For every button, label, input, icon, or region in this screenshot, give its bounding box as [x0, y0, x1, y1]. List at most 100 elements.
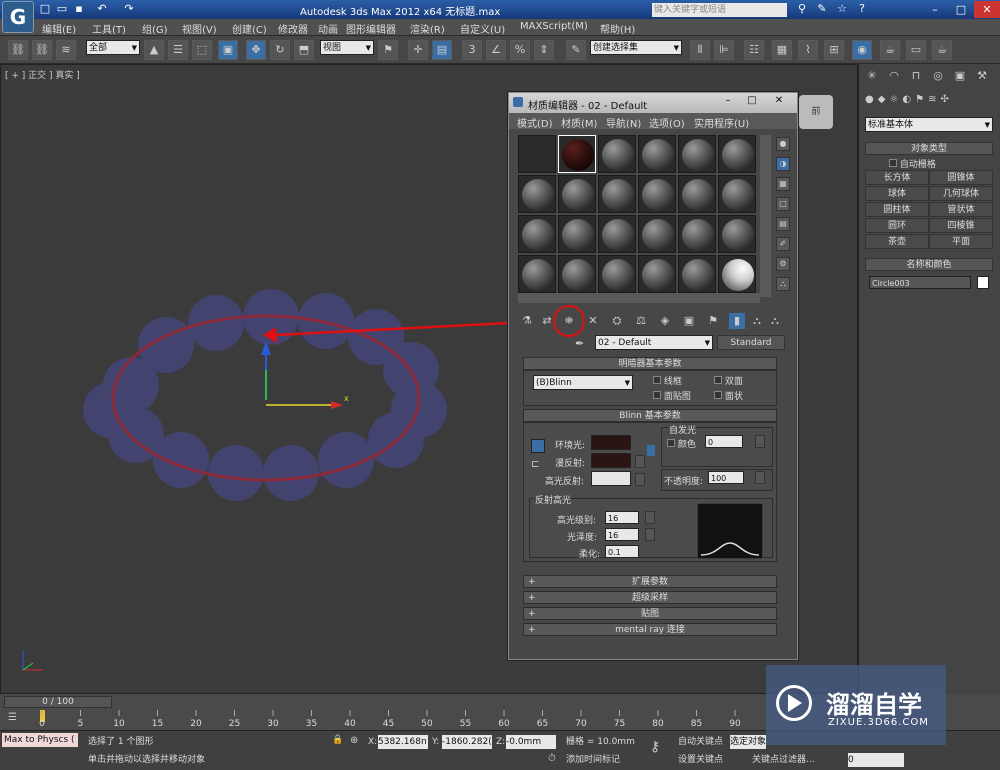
menu-edit[interactable]: 编辑(E) — [42, 21, 76, 36]
rollout-mental-ray[interactable]: + mental ray 连接 — [523, 623, 777, 636]
rendered-frame-window-icon[interactable]: ▭ — [906, 40, 926, 60]
mat-menu-mode[interactable]: 模式(D) — [517, 115, 553, 130]
material-sample-slot[interactable] — [638, 215, 676, 253]
set-key-button[interactable]: 设置关键点 — [678, 753, 723, 767]
mat-menu-options[interactable]: 选项(O) — [649, 115, 685, 130]
material-sample-slot[interactable] — [518, 175, 556, 213]
material-name-field[interactable]: 02 - Default — [595, 335, 713, 351]
get-material-icon[interactable]: ⚗ — [519, 313, 535, 329]
rollout-supersampling[interactable]: + 超级采样 — [523, 591, 777, 604]
z-coordinate-field[interactable]: -0.0mm — [506, 735, 556, 749]
mat-close-button[interactable]: ✕ — [765, 95, 793, 109]
menu-views[interactable]: 视图(V) — [182, 21, 217, 36]
glossiness-value[interactable]: 16 — [605, 528, 639, 541]
snaps-toggle-icon[interactable]: 3 — [462, 40, 482, 60]
material-type-button[interactable]: Standard — [717, 335, 785, 350]
pick-material-icon[interactable]: ⛬ — [767, 313, 783, 329]
binoculars-icon[interactable]: ⚲ — [795, 2, 809, 16]
glossiness-map-button[interactable] — [645, 528, 655, 541]
sphere-button[interactable]: 球体 — [865, 186, 929, 201]
material-sample-slot[interactable] — [598, 175, 636, 213]
window-crossing-icon[interactable]: ▣ — [218, 40, 238, 60]
pivot-center-icon[interactable]: ⚑ — [378, 40, 398, 60]
mat-maximize-button[interactable]: □ — [741, 95, 763, 109]
rectangular-selection-icon[interactable]: ⬚ — [192, 40, 212, 60]
object-name-field[interactable]: Circle003 — [869, 276, 971, 289]
mat-menu-material[interactable]: 材质(M) — [561, 115, 597, 130]
angle-snap-icon[interactable]: ∠ — [486, 40, 506, 60]
cone-button[interactable]: 圆锥体 — [929, 170, 993, 185]
layer-manager-icon[interactable]: ☷ — [744, 40, 764, 60]
menu-modifiers[interactable]: 修改器 — [278, 21, 308, 36]
menu-customize[interactable]: 自定义(U) — [460, 21, 505, 36]
soften-value[interactable]: 0.1 — [605, 545, 639, 558]
sample-uv-tiling-icon[interactable]: □ — [776, 197, 790, 211]
material-sample-slot[interactable] — [718, 255, 756, 293]
edit-named-selection-icon[interactable]: ✎ — [566, 40, 586, 60]
material-sample-slot[interactable] — [678, 175, 716, 213]
open-file-icon[interactable]: ▭ — [55, 2, 69, 16]
material-sample-slot[interactable] — [638, 255, 676, 293]
save-icon[interactable]: ▪ — [72, 2, 86, 16]
search-input[interactable]: 键入关键字或短语 — [652, 3, 787, 17]
track-bar-toggle-icon[interactable]: ☰ — [8, 712, 24, 726]
curve-editor-icon[interactable]: ⌇ — [798, 40, 818, 60]
mat-minimize-button[interactable]: – — [717, 95, 739, 109]
x-coordinate-field[interactable]: 5382.168n — [378, 735, 428, 749]
self-illum-value[interactable]: 0 — [705, 435, 743, 448]
background-icon[interactable]: ▦ — [776, 177, 790, 191]
timeline-ruler[interactable]: 0 5 10 15 20 25 30 35 40 45 50 55 60 65 70 75 80 85 90 — [38, 710, 778, 730]
sample-type-icon[interactable]: ● — [776, 137, 790, 151]
autogrid-checkbox[interactable]: 自动栅格 — [889, 157, 936, 170]
add-time-tag[interactable]: 添加时间标记 — [566, 753, 620, 767]
specular-level-map-button[interactable] — [645, 511, 655, 524]
viewcube-icon[interactable]: 前 — [799, 95, 833, 129]
modify-tab-icon[interactable]: ◠ — [885, 67, 903, 85]
opacity-value[interactable]: 100 — [708, 471, 744, 484]
create-subtypes[interactable]: ●◆☼◐⚑≋✣ — [865, 94, 995, 110]
menu-tools[interactable]: 工具(T) — [92, 21, 126, 36]
plane-button[interactable]: 平面 — [929, 234, 993, 249]
slots-vscrollbar[interactable] — [760, 135, 771, 297]
reference-coordinate-dropdown[interactable]: 视图 — [320, 40, 374, 56]
material-editor-icon[interactable]: ◉ — [852, 40, 872, 60]
rollout-extended[interactable]: + 扩展参数 — [523, 575, 777, 588]
menu-animation[interactable]: 动画 — [318, 21, 338, 36]
select-and-scale-icon[interactable]: ⬒ — [294, 40, 314, 60]
select-and-move-icon[interactable]: ✥ — [246, 40, 266, 60]
material-sample-slot[interactable] — [678, 135, 716, 173]
self-illum-map-button[interactable] — [755, 435, 765, 448]
mat-menu-utilities[interactable]: 实用程序(U) — [694, 115, 749, 130]
menu-create[interactable]: 创建(C) — [232, 21, 267, 36]
slots-hscrollbar[interactable] — [518, 293, 760, 303]
align-icon[interactable]: ⊫ — [714, 40, 734, 60]
time-tag-icon[interactable]: ⏱ — [548, 753, 560, 765]
material-sample-slot[interactable] — [678, 215, 716, 253]
two-sided-checkbox[interactable]: 双面 — [714, 374, 743, 387]
object-color-swatch[interactable] — [977, 276, 989, 289]
material-sample-slot[interactable] — [558, 255, 596, 293]
link-icon[interactable]: ⛓ — [8, 40, 28, 60]
keyboard-shortcut-override-icon[interactable]: ▤ — [432, 40, 452, 60]
undo-icon[interactable]: ↶ — [95, 2, 109, 16]
menu-rendering[interactable]: 渲染(R) — [410, 21, 445, 36]
material-sample-slot[interactable] — [558, 135, 596, 173]
time-slider[interactable]: 0 / 100 — [4, 696, 112, 708]
key-icon[interactable]: ⚷ — [650, 739, 670, 759]
material-sample-slot[interactable] — [638, 175, 676, 213]
material-sample-slot[interactable] — [638, 135, 676, 173]
tools-icon[interactable]: ✎ — [815, 2, 829, 16]
material-sample-slot[interactable] — [518, 215, 556, 253]
ambient-color-swatch[interactable] — [591, 435, 631, 450]
material-sample-slot[interactable] — [598, 215, 636, 253]
eyedropper-icon[interactable]: ✒ — [575, 337, 589, 351]
absolute-mode-icon[interactable]: ⊕ — [350, 735, 362, 747]
menu-maxscript[interactable]: MAXScript(M) — [520, 21, 588, 32]
face-map-checkbox[interactable]: 面贴图 — [653, 389, 691, 402]
go-to-parent-icon[interactable]: ▮ — [729, 313, 745, 329]
shader-params-header[interactable]: 明暗器基本参数 — [523, 357, 777, 370]
lock-selection-icon[interactable]: 🔒 — [332, 735, 343, 747]
object-type-header[interactable]: 对象类型 — [865, 142, 993, 155]
torus-button[interactable]: 圆环 — [865, 218, 929, 233]
video-color-check-icon[interactable]: ▤ — [776, 217, 790, 231]
